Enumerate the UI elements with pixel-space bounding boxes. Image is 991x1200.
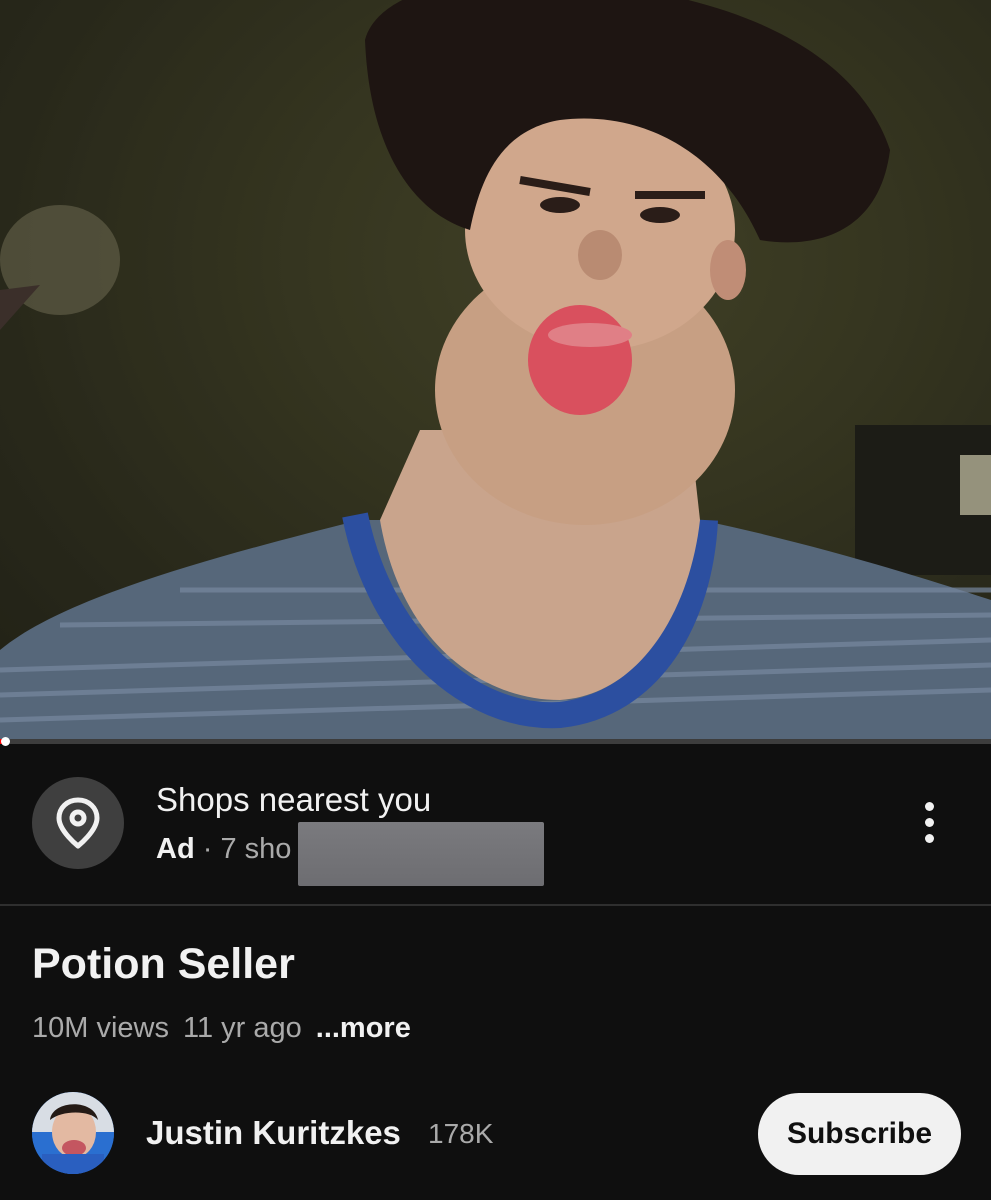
upload-age: 11 yr ago <box>183 1012 302 1044</box>
video-metadata[interactable]: 10M views 11 yr ago ...more <box>32 1012 411 1045</box>
ad-badge: Ad <box>156 833 195 865</box>
watch-page: Shops nearest you Ad · 7 sho Potion Sell… <box>0 0 991 1200</box>
redaction-box <box>298 822 544 886</box>
channel-name[interactable]: Justin Kuritzkes <box>146 1114 401 1152</box>
video-title[interactable]: Potion Seller <box>32 940 295 989</box>
ad-banner[interactable]: Shops nearest you Ad · 7 sho <box>0 745 991 905</box>
divider <box>0 904 991 906</box>
avatar-image <box>32 1092 114 1174</box>
progress-bar[interactable] <box>0 739 991 744</box>
ad-separator: · <box>202 833 213 865</box>
ad-title: Shops nearest you <box>156 781 432 818</box>
ad-meta: Ad · 7 sho <box>156 833 291 866</box>
more-options-icon[interactable] <box>912 797 948 849</box>
video-frame <box>0 0 991 740</box>
channel-avatar[interactable] <box>32 1092 114 1174</box>
location-pin-icon <box>56 797 100 849</box>
subscribe-button[interactable]: Subscribe <box>758 1093 961 1175</box>
video-player[interactable] <box>0 0 991 740</box>
subscriber-count: 178K <box>428 1118 494 1149</box>
more-link[interactable]: ...more <box>316 1012 411 1044</box>
view-count: 10M views <box>32 1012 169 1044</box>
ad-subtitle: 7 sho <box>220 833 292 865</box>
ad-avatar <box>32 777 124 869</box>
